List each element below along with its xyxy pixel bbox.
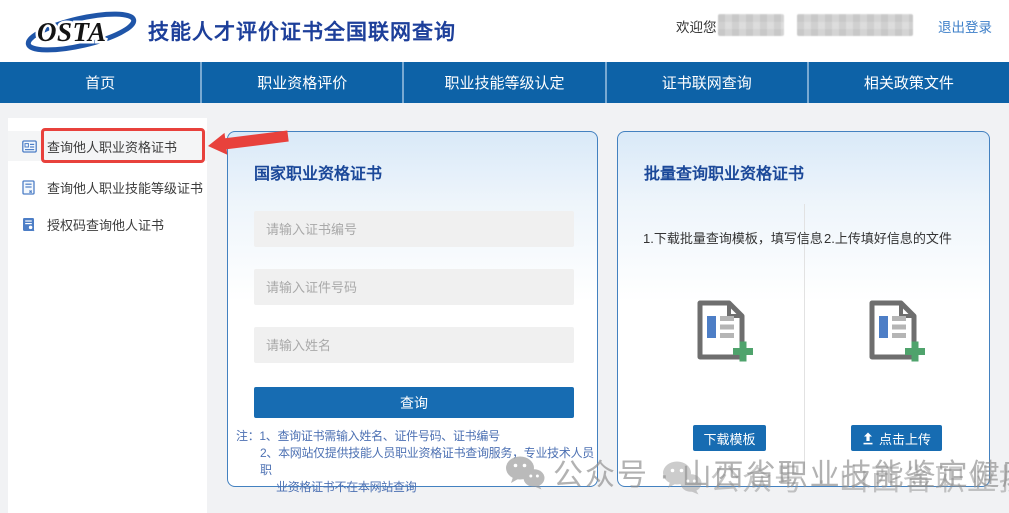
logout-link[interactable]: 退出登录 bbox=[938, 16, 992, 36]
nav-item-certificate-query[interactable]: 证书联网查询 bbox=[605, 62, 807, 103]
batch-step2-label: 2.上传填好信息的文件 bbox=[824, 228, 952, 247]
note-line: 2、本网站仅提供技能人员职业资格证书查询服务，专业技术人员职 bbox=[260, 445, 594, 479]
sidebar: 查询他人职业资格证书 查询他人职业技能等级证书 bbox=[8, 118, 207, 513]
upload-button-label: 点击上传 bbox=[879, 429, 931, 448]
download-template-button[interactable]: 下载模板 bbox=[693, 425, 766, 451]
document-add-icon bbox=[856, 295, 928, 367]
page: OSTA 技能人才评价证书全国联网查询 欢迎您， 退出登录 首页 职业资格评价 … bbox=[0, 0, 1009, 513]
id-card-icon bbox=[22, 139, 37, 154]
osta-logo-text: OSTA bbox=[37, 17, 107, 47]
sidebar-item-label: 授权码查询他人证书 bbox=[47, 215, 164, 234]
sidebar-item-auth-code-query[interactable]: 授权码查询他人证书 bbox=[8, 209, 207, 239]
redacted-user-name bbox=[718, 14, 784, 36]
name-input[interactable] bbox=[254, 327, 574, 363]
site-title: 技能人才评价证书全国联网查询 bbox=[148, 16, 456, 46]
national-qualification-query-card: 国家职业资格证书 查询 注：1、查询证书需输入姓名、证件号码、证书编号 2、本网… bbox=[227, 131, 598, 487]
nav-item-policy-files[interactable]: 相关政策文件 bbox=[807, 62, 1009, 103]
nav-item-occupational-qualification[interactable]: 职业资格评价 bbox=[200, 62, 402, 103]
certificate-doc-icon bbox=[22, 180, 37, 195]
sidebar-item-label: 查询他人职业资格证书 bbox=[47, 137, 177, 156]
download-template-label: 下载模板 bbox=[703, 429, 755, 448]
sidebar-item-label: 查询他人职业技能等级证书 bbox=[47, 178, 203, 197]
doc-search-icon bbox=[22, 217, 37, 232]
batch-query-card: 批量查询职业资格证书 1.下载批量查询模板，填写信息 2.上传填好信息的文件 bbox=[617, 131, 990, 487]
batch-step1-label: 1.下载批量查询模板，填写信息 bbox=[643, 228, 823, 247]
query-submit-button[interactable]: 查询 bbox=[254, 387, 574, 418]
note-line: 注：1、查询证书需输入姓名、证件号码、证书编号 bbox=[236, 428, 594, 445]
sidebar-item-query-others-qualification[interactable]: 查询他人职业资格证书 bbox=[8, 131, 207, 161]
note-line: 业资格证书不在本网站查询 bbox=[276, 479, 594, 496]
query-card-title: 国家职业资格证书 bbox=[254, 160, 382, 184]
header: OSTA 技能人才评价证书全国联网查询 欢迎您， 退出登录 bbox=[0, 0, 1009, 62]
id-number-input[interactable] bbox=[254, 269, 574, 305]
nav-item-skill-level[interactable]: 职业技能等级认定 bbox=[402, 62, 604, 103]
upload-button[interactable]: 点击上传 bbox=[851, 425, 942, 451]
sidebar-item-query-others-skill-level[interactable]: 查询他人职业技能等级证书 bbox=[8, 172, 207, 202]
osta-logo[interactable]: OSTA bbox=[24, 8, 140, 54]
upload-icon bbox=[862, 432, 874, 445]
batch-card-title: 批量查询职业资格证书 bbox=[644, 160, 804, 184]
main-nav: 首页 职业资格评价 职业技能等级认定 证书联网查询 相关政策文件 bbox=[0, 62, 1009, 103]
nav-item-home[interactable]: 首页 bbox=[0, 62, 200, 103]
certificate-number-input[interactable] bbox=[254, 211, 574, 247]
redacted-user-org bbox=[797, 14, 913, 36]
query-notes: 注：1、查询证书需输入姓名、证件号码、证书编号 2、本网站仅提供技能人员职业资格… bbox=[236, 428, 594, 496]
document-add-icon bbox=[684, 295, 756, 367]
